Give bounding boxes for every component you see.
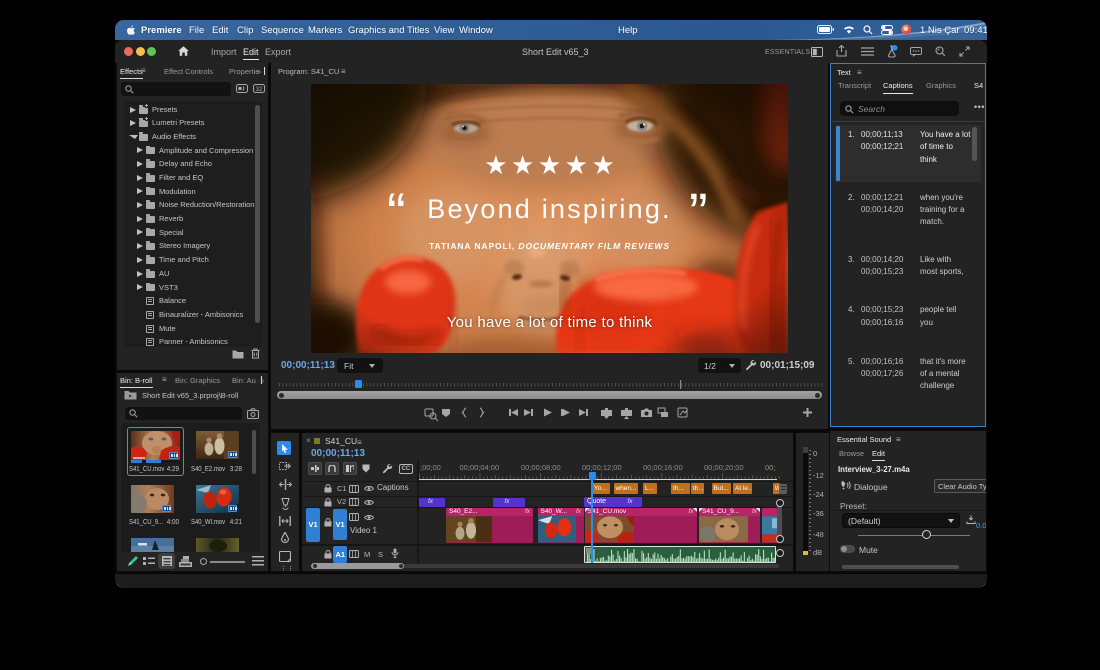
svg-text:32: 32 xyxy=(256,87,263,93)
